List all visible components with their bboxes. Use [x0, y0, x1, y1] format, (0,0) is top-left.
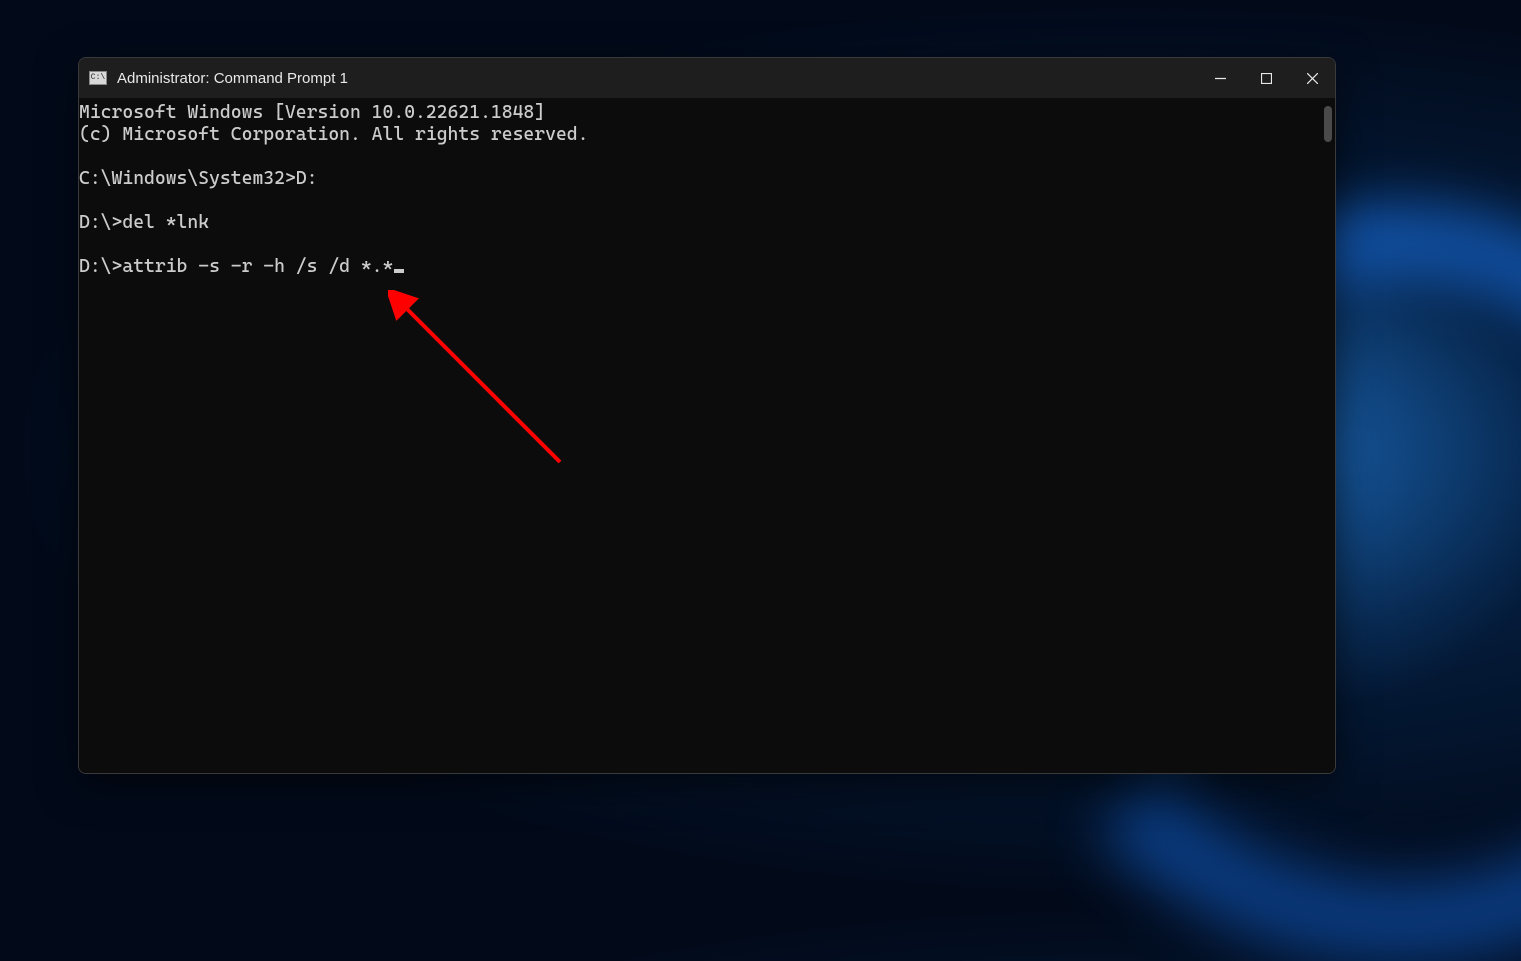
maximize-icon	[1261, 73, 1272, 84]
cmd-icon-label: C:\	[91, 74, 105, 82]
terminal-line: C:\Windows\System32>D:	[79, 168, 317, 189]
terminal-content[interactable]: Microsoft Windows [Version 10.0.22621.18…	[79, 102, 1321, 773]
minimize-icon	[1215, 73, 1226, 84]
titlebar[interactable]: C:\ Administrator: Command Prompt 1	[79, 58, 1335, 98]
terminal-body[interactable]: Microsoft Windows [Version 10.0.22621.18…	[79, 98, 1335, 773]
command-prompt-window: C:\ Administrator: Command Prompt 1 Micr…	[78, 57, 1336, 774]
terminal-line: Microsoft Windows [Version 10.0.22621.18…	[79, 102, 545, 123]
scrollbar-thumb[interactable]	[1324, 106, 1332, 142]
terminal-line: (c) Microsoft Corporation. All rights re…	[79, 124, 588, 145]
close-button[interactable]	[1289, 58, 1335, 98]
terminal-line: D:\>del *lnk	[79, 212, 209, 233]
minimize-button[interactable]	[1197, 58, 1243, 98]
cmd-icon: C:\	[89, 71, 107, 85]
scrollbar-track[interactable]	[1321, 102, 1335, 773]
window-controls	[1197, 58, 1335, 98]
close-icon	[1307, 73, 1318, 84]
window-title: Administrator: Command Prompt 1	[117, 70, 1197, 87]
text-cursor	[394, 269, 404, 273]
maximize-button[interactable]	[1243, 58, 1289, 98]
terminal-line: D:\>attrib -s -r -h /s /d *.*	[79, 256, 393, 277]
